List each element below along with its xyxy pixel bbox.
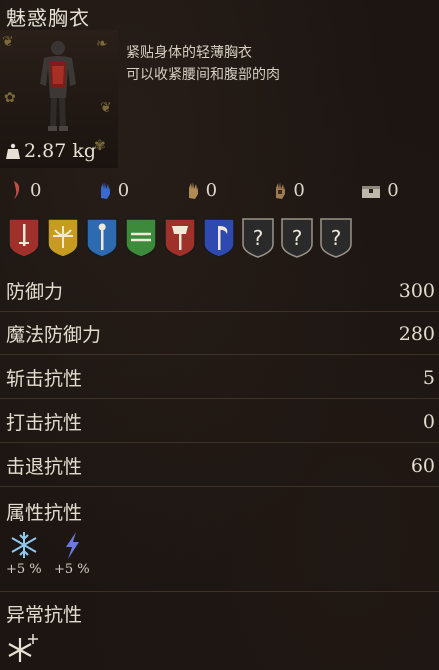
vine-ornament-icon: ❧ bbox=[96, 36, 108, 52]
stat-label: 打击抗性 bbox=[6, 412, 83, 434]
status-resist-label: 异常抗性 bbox=[6, 604, 83, 626]
weight-value: 2.87 kg bbox=[24, 140, 97, 162]
durability-value: 0 bbox=[30, 179, 42, 201]
durability-slot: 0 bbox=[88, 176, 176, 204]
resist-value: +5 % bbox=[54, 562, 90, 577]
status-resist-frost bbox=[6, 632, 40, 668]
unknown-shield-icon: ? bbox=[320, 218, 352, 258]
durability-slot: 0 bbox=[176, 176, 264, 204]
durability-value: 0 bbox=[205, 179, 218, 201]
weapon-type-shields: ? ? ? bbox=[8, 218, 352, 258]
durability-value: 0 bbox=[387, 179, 399, 201]
frost-icon bbox=[11, 532, 37, 558]
axe-shield-icon bbox=[164, 218, 196, 258]
vine-ornament-icon: ❦ bbox=[100, 100, 112, 116]
stat-label: 防御力 bbox=[6, 281, 64, 303]
unknown-shield-icon: ? bbox=[281, 218, 313, 258]
attribute-resist-lightning: +5 % bbox=[54, 530, 90, 577]
durability-value: 0 bbox=[293, 179, 305, 201]
frost-burst-icon bbox=[8, 634, 38, 662]
stat-value: 300 bbox=[398, 279, 435, 302]
dagger-shield-icon bbox=[8, 218, 40, 258]
attribute-resist-frost: +5 % bbox=[6, 530, 42, 577]
durability-slot: 0 bbox=[0, 176, 88, 204]
item-weight: 2.87 kg bbox=[6, 140, 96, 162]
stat-row-blunt-resist: 打击抗性 0 bbox=[0, 401, 439, 443]
staff-shield-icon bbox=[86, 218, 118, 258]
durability-row: 0 0 0 0 0 bbox=[0, 176, 439, 204]
vine-ornament-icon: ✿ bbox=[4, 90, 16, 106]
item-name: 魅惑胸衣 bbox=[6, 6, 90, 30]
crossbow-shield-icon bbox=[47, 218, 79, 258]
durability-slot: 0 bbox=[351, 176, 439, 204]
stat-label: 击退抗性 bbox=[6, 456, 83, 478]
gauntlet-durability-icon bbox=[276, 182, 286, 199]
slash-durability-icon bbox=[14, 181, 20, 199]
durability-value: 0 bbox=[117, 179, 130, 201]
lightning-icon bbox=[65, 532, 79, 559]
scythe-shield-icon bbox=[203, 218, 235, 258]
stat-row-defense: 防御力 300 bbox=[0, 270, 439, 312]
vine-ornament-icon: ❦ bbox=[2, 34, 14, 50]
weight-icon bbox=[6, 143, 20, 159]
description-line: 可以收紧腰间和腹部的肉 bbox=[126, 67, 280, 83]
twin-blade-shield-icon bbox=[125, 218, 157, 258]
stat-value: 60 bbox=[410, 454, 435, 477]
stat-label: 魔法防御力 bbox=[6, 324, 102, 346]
description-line: 紧贴身体的轻薄胸衣 bbox=[126, 45, 252, 61]
unknown-shield-icon: ? bbox=[242, 218, 274, 258]
stat-value: 280 bbox=[398, 322, 435, 345]
stat-row-slash-resist: 斩击抗性 5 bbox=[0, 357, 439, 399]
chest-durability-icon bbox=[362, 186, 381, 198]
stat-value: 0 bbox=[422, 410, 435, 433]
unknown-label: ? bbox=[292, 226, 303, 250]
stat-label: 斩击抗性 bbox=[6, 368, 83, 390]
unknown-label: ? bbox=[253, 226, 264, 250]
unknown-label: ? bbox=[331, 226, 342, 250]
stat-value: 5 bbox=[422, 366, 435, 389]
magic-durability-icon bbox=[100, 182, 110, 199]
hand-durability-icon bbox=[188, 182, 198, 199]
item-description: 紧贴身体的轻薄胸衣 可以收紧腰间和腹部的肉 bbox=[126, 42, 280, 86]
stat-row-magic-defense: 魔法防御力 280 bbox=[0, 313, 439, 355]
corset-armor-icon bbox=[40, 41, 76, 131]
resist-value: +5 % bbox=[6, 562, 42, 577]
stat-row-knockback-resist: 击退抗性 60 bbox=[0, 445, 439, 487]
durability-slot: 0 bbox=[263, 176, 351, 204]
attribute-resist-label: 属性抗性 bbox=[6, 502, 83, 524]
